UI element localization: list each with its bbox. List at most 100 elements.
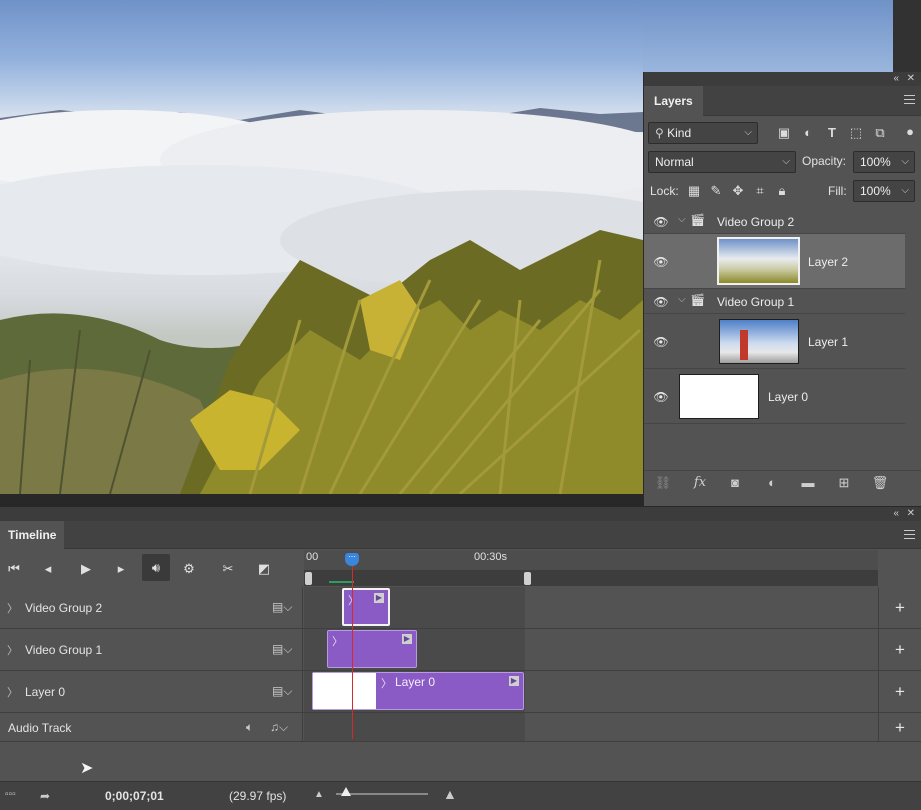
lock-all-icon[interactable]: 🔒︎ [774, 183, 790, 199]
collapse-icon[interactable]: « [893, 507, 899, 521]
lock-transparent-icon[interactable]: ▦ [686, 183, 702, 199]
film-strip-icon[interactable]: ▤⌵ [272, 684, 292, 699]
convert-frame-animation-icon[interactable]: ▫▫▫ [5, 789, 16, 800]
canvas-image[interactable] [0, 0, 643, 494]
previous-frame-icon[interactable]: ◂ [37, 559, 59, 579]
expand-chevron-icon[interactable]: ⌵ [678, 294, 686, 305]
mute-audio-icon[interactable]: 🔊︎ [142, 554, 170, 581]
visibility-eye-icon[interactable]: 👁︎ [653, 295, 669, 309]
add-media-button[interactable]: + [878, 671, 921, 712]
shape-filter-icon[interactable]: ⬚ [848, 125, 864, 141]
tab-timeline[interactable]: Timeline [0, 521, 65, 549]
panel-menu-icon[interactable] [904, 530, 915, 542]
lock-paint-icon[interactable]: ✎ [708, 183, 724, 199]
playhead-handle[interactable]: ⋯ [345, 553, 359, 566]
track-header[interactable]: 〉 Layer 0 ▤⌵ [0, 671, 303, 712]
visibility-eye-icon[interactable]: 👁︎ [653, 390, 669, 404]
expand-chevron-icon[interactable]: 〉 [7, 684, 18, 700]
new-layer-icon[interactable]: ⊞ [835, 475, 853, 491]
film-strip-icon[interactable]: ▤⌵ [272, 642, 292, 657]
playhead-line[interactable] [352, 559, 353, 739]
expand-chevron-icon[interactable]: ⌵ [678, 214, 686, 225]
add-mask-icon[interactable]: ◙ [726, 475, 744, 490]
next-frame-icon[interactable]: ▸ [110, 559, 132, 579]
layer-row-layer-0[interactable]: 👁︎ Layer 0 [644, 369, 905, 424]
adjustment-filter-icon[interactable]: ◐ [800, 125, 816, 141]
clip-transition-arrow-icon[interactable]: ▶ [402, 634, 412, 644]
clip-transition-arrow-icon[interactable]: ▶ [509, 676, 519, 686]
settings-gear-icon[interactable]: ⚙︎ [178, 559, 200, 579]
clip-layer-0[interactable]: 〉 Layer 0 ▶ [312, 672, 524, 710]
work-area-start-handle[interactable] [305, 572, 312, 585]
transition-icon[interactable]: ◩ [253, 559, 275, 579]
time-ruler[interactable]: 00 00:30s [304, 550, 878, 570]
split-scissors-icon[interactable]: ✂︎ [217, 559, 239, 579]
visibility-eye-icon[interactable]: 👁︎ [653, 255, 669, 269]
track-header[interactable]: Audio Track 🔈︎ ♫⌵ [0, 713, 303, 741]
new-group-icon[interactable]: ▬ [799, 475, 817, 490]
close-icon[interactable]: ✕ [907, 507, 915, 521]
lock-position-icon[interactable]: ✥ [730, 183, 746, 199]
smart-object-filter-icon[interactable]: ⧉ [872, 125, 888, 141]
playback-controls: ⏮︎ ◂ ▶︎ ▸ 🔊︎ ⚙︎ ✂︎ ◩ [0, 550, 303, 586]
go-to-first-frame-icon[interactable]: ⏮︎ [3, 559, 25, 579]
chevron-down-icon: ⌵ [782, 156, 790, 167]
track-header[interactable]: 〉 Video Group 1 ▤⌵ [0, 629, 303, 670]
blend-mode-dropdown[interactable]: Normal ⌵ [648, 151, 796, 173]
play-icon[interactable]: ▶︎ [75, 559, 97, 579]
clip-thumbnail [313, 673, 376, 709]
adjustment-layer-icon[interactable]: ◐ [763, 475, 781, 490]
close-icon[interactable]: ✕ [907, 72, 915, 86]
opacity-field[interactable]: 100% ⌵ [853, 151, 915, 173]
expand-chevron-icon[interactable]: 〉 [7, 600, 18, 616]
trash-icon[interactable]: 🗑︎ [871, 475, 889, 491]
layer-name: Video Group 1 [717, 295, 795, 309]
clip-transition-arrow-icon[interactable]: ▶ [374, 593, 384, 603]
clip-expand-icon: 〉 [348, 595, 359, 607]
add-media-button[interactable]: + [878, 587, 921, 628]
link-layers-icon[interactable]: ⛓︎ [654, 475, 672, 491]
timeline-tabbar: Timeline [0, 521, 921, 549]
canvas-photo [0, 108, 643, 494]
panel-menu-icon[interactable] [904, 95, 915, 107]
layer-row-video-group-1[interactable]: 👁︎ ⌵ 🎬︎ Video Group 1 [644, 289, 905, 314]
zoom-slider-thumb[interactable] [341, 787, 351, 796]
fill-value: 100% [860, 184, 891, 198]
lock-artboard-icon[interactable]: ⌗ [752, 183, 768, 199]
visibility-eye-icon[interactable]: 👁︎ [653, 335, 669, 349]
film-strip-icon[interactable]: ▤⌵ [272, 600, 292, 615]
layer-row-video-group-2[interactable]: 👁︎ ⌵ 🎬︎ Video Group 2 [644, 209, 905, 234]
zoom-out-icon[interactable]: ▲ [314, 789, 324, 800]
clip-video-group-2[interactable]: 〉 ▶ [342, 588, 390, 626]
filter-kind-dropdown[interactable]: ⚲ Kind ⌵ [648, 122, 758, 144]
render-video-icon[interactable]: ➦ [40, 789, 50, 803]
track-header[interactable]: 〉 Video Group 2 ▤⌵ [0, 587, 303, 628]
video-group-icon: 🎬︎ [690, 293, 706, 307]
zoom-in-icon[interactable]: ▲ [443, 786, 457, 802]
layer-row-layer-1[interactable]: 👁︎ Layer 1 [644, 314, 905, 369]
fx-icon[interactable]: fx [691, 475, 709, 490]
collapse-icon[interactable]: « [893, 72, 899, 86]
ruler-mark-label: 00:30s [474, 551, 508, 563]
track-lane[interactable] [304, 713, 525, 741]
clip-video-group-1[interactable]: 〉 ▶ [327, 630, 417, 668]
mute-audio-track-icon[interactable]: 🔈︎ [246, 720, 253, 735]
tab-layers[interactable]: Layers [644, 86, 703, 116]
expand-chevron-icon[interactable]: 〉 [7, 642, 18, 658]
image-filter-icon[interactable]: ▣ [776, 125, 792, 141]
layer-row-layer-2[interactable]: 👁︎ Layer 2 [644, 234, 905, 289]
current-timecode[interactable]: 0;00;07;01 [105, 789, 164, 803]
layers-panel: « ✕ Layers ⚲ Kind ⌵ ▣ ◐ T ⬚ ⧉ ● Normal ⌵… [643, 72, 921, 506]
type-filter-icon[interactable]: T [824, 125, 840, 141]
visibility-eye-icon[interactable]: 👁︎ [653, 215, 669, 229]
work-area-end-handle[interactable] [524, 572, 531, 585]
fill-field[interactable]: 100% ⌵ [853, 180, 915, 202]
track-lane[interactable]: 〉 ▶ [304, 629, 525, 670]
track-lane[interactable]: 〉 Layer 0 ▶ [304, 671, 525, 712]
add-audio-button[interactable]: + [878, 713, 921, 741]
work-area-bar[interactable] [304, 570, 878, 586]
track-lane[interactable]: 〉 ▶ [304, 587, 525, 628]
filter-toggle-icon[interactable]: ● [902, 124, 918, 140]
audio-note-icon[interactable]: ♫⌵ [270, 720, 288, 735]
add-media-button[interactable]: + [878, 629, 921, 670]
